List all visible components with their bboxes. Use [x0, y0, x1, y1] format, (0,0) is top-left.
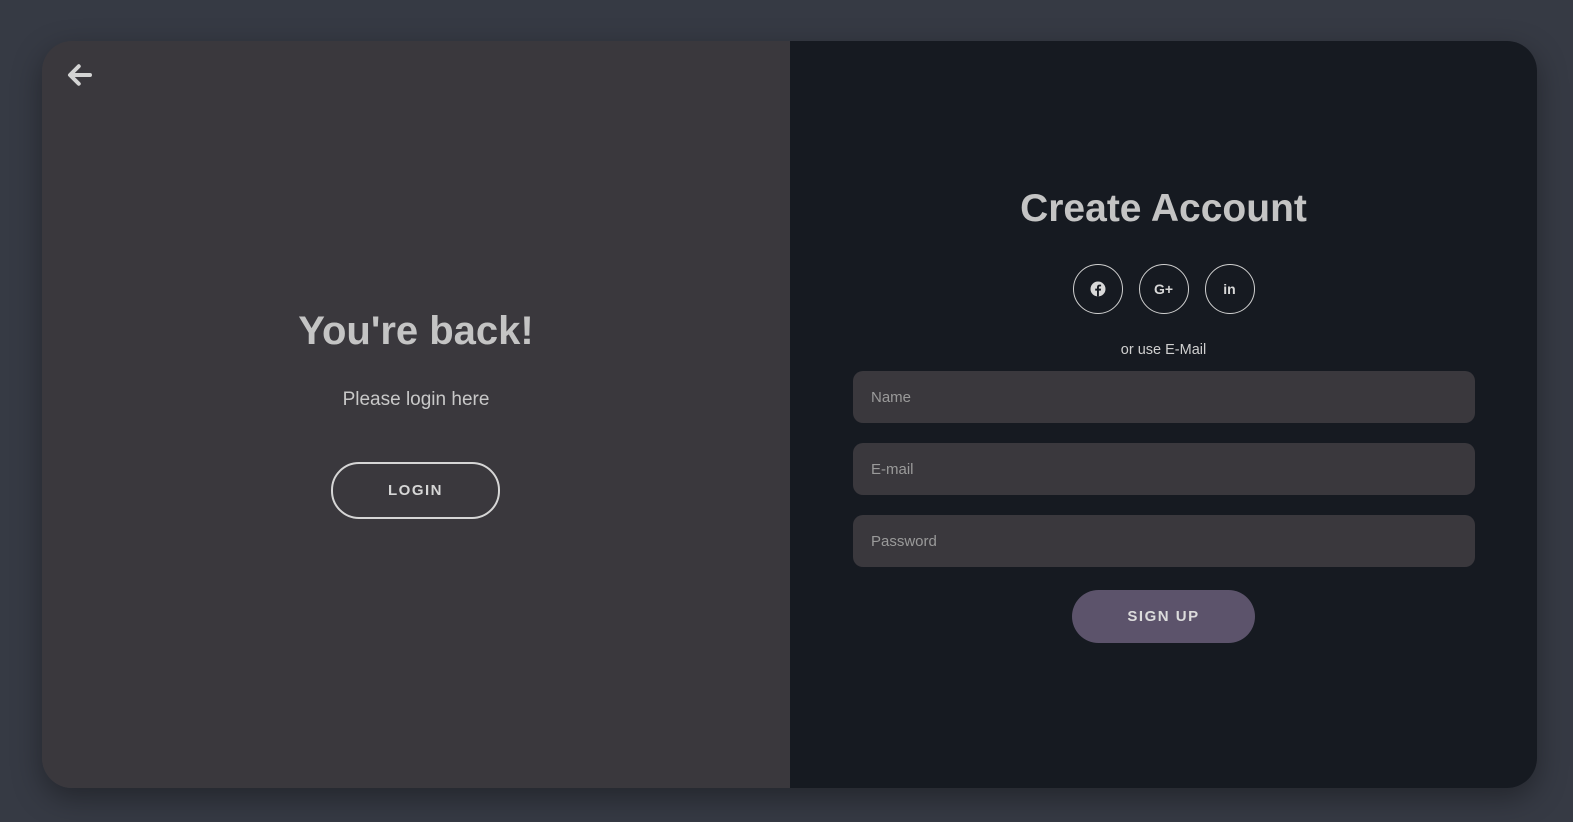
facebook-icon [1090, 281, 1105, 297]
email-input[interactable] [853, 443, 1475, 495]
welcome-title: You're back! [298, 309, 534, 353]
signup-title: Create Account [1020, 187, 1307, 230]
linkedin-icon: in [1223, 281, 1236, 297]
auth-card: You're back! Please login here LOGIN Cre… [42, 41, 1537, 788]
linkedin-button[interactable]: in [1204, 264, 1255, 314]
google-plus-icon: G+ [1153, 281, 1174, 297]
or-use-email-text: or use E-Mail [1120, 342, 1207, 358]
name-input[interactable] [853, 371, 1475, 423]
welcome-subtitle: Please login here [342, 389, 490, 410]
signup-panel: Create Account G+ in or use E-Mail SIGN … [790, 41, 1537, 788]
password-input[interactable] [853, 515, 1475, 567]
back-button[interactable] [64, 59, 96, 91]
login-button[interactable]: LOGIN [331, 462, 500, 519]
arrow-left-icon [68, 64, 92, 86]
welcome-panel: You're back! Please login here LOGIN [42, 41, 790, 788]
facebook-button[interactable] [1072, 264, 1123, 314]
google-plus-button[interactable]: G+ [1138, 264, 1189, 314]
social-buttons: G+ in [790, 264, 1537, 314]
signup-button[interactable]: SIGN UP [1072, 590, 1255, 643]
